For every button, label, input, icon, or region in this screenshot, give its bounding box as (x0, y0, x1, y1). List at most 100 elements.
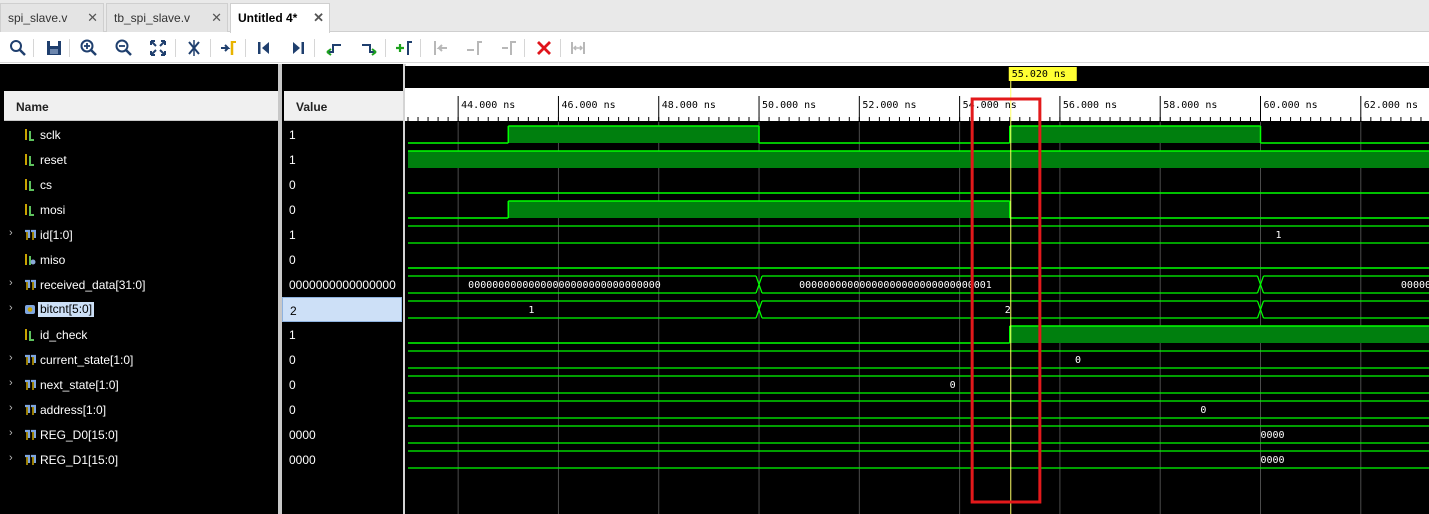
signal-row[interactable]: › address[1:0] (0, 397, 278, 422)
expand-chevron-icon[interactable]: › (9, 302, 13, 314)
cursor-time-label: 55.020 ns (1012, 69, 1066, 80)
ruler-tick-label: 46.000 ns (561, 100, 615, 111)
signal-value-cell[interactable]: 0 (282, 347, 402, 372)
bit-signal-icon (24, 153, 36, 166)
signal-value-cell[interactable]: 0 (282, 172, 402, 197)
signal-row[interactable]: › REG_D1[15:0] (0, 447, 278, 472)
waveform-canvas[interactable]: 44.000 ns 46.000 ns 48.000 ns 50.000 ns 52.0… (405, 66, 1429, 514)
delete-marker-icon[interactable] (534, 38, 554, 58)
signal-value-cell[interactable]: 1 (282, 222, 402, 247)
ruler-tick-label: 44.000 ns (461, 100, 515, 111)
signal-value-cell[interactable]: 0 (282, 197, 402, 222)
swap-cursors-icon[interactable] (568, 38, 588, 58)
go-to-cursor-icon[interactable] (218, 38, 238, 58)
signal-value-cell[interactable]: 1 (282, 322, 402, 347)
tab-untitled-4[interactable]: Untitled 4* ✕ (230, 3, 330, 33)
signal-name: current_state[1:0] (40, 353, 134, 367)
signal-row[interactable]: cs (0, 172, 278, 197)
expand-chevron-icon[interactable]: › (9, 452, 13, 464)
zoom-in-icon[interactable] (79, 38, 99, 58)
bus-signal-icon (24, 453, 37, 466)
bit-high-fill (408, 151, 1429, 168)
bus-signal-icon (24, 353, 37, 366)
expand-chevron-icon[interactable]: › (9, 277, 13, 289)
signal-value-cell[interactable]: 0 (282, 372, 402, 397)
zoom-fit-icon[interactable] (148, 38, 168, 58)
bit-high-fill (508, 126, 760, 143)
signal-row[interactable]: › bitcnt[5:0] (0, 297, 278, 322)
signal-value-cell[interactable]: 0000000000000000 (282, 272, 402, 297)
signal-value-cell[interactable]: 0000 (282, 447, 402, 472)
bus-value-label: 0 (1075, 355, 1081, 366)
bus-signal-icon (24, 378, 37, 391)
add-marker-icon[interactable] (394, 38, 414, 58)
toolbar-separator (524, 39, 525, 57)
signal-value-cell[interactable]: 0 (282, 247, 402, 272)
close-icon[interactable]: ✕ (313, 10, 324, 26)
bus-value-label: 1 (528, 305, 534, 316)
waveform-window: spi_slave.v ✕ tb_spi_slave.v ✕ Untitled … (0, 0, 1429, 514)
signal-row[interactable]: miso (0, 247, 278, 272)
toolbar-separator (33, 39, 34, 57)
signal-row[interactable]: › received_data[31:0] (0, 272, 278, 297)
signal-value: 0000 (289, 453, 316, 467)
bus-value-label: 00000000000000000000000000000000 (468, 280, 661, 291)
signal-row[interactable]: mosi (0, 197, 278, 222)
signal-value-cell[interactable]: 1 (282, 147, 402, 172)
bit-signal-icon (24, 328, 36, 341)
signal-row[interactable]: reset (0, 147, 278, 172)
toolbar-separator (69, 39, 70, 57)
bus-value-label: 00000 (1401, 280, 1429, 291)
signal-value-cell[interactable]: 1 (282, 122, 402, 147)
ruler-tick-label: 52.000 ns (862, 100, 916, 111)
toolbar-separator (175, 39, 176, 57)
expand-chevron-icon[interactable]: › (9, 377, 13, 389)
value-column-header[interactable]: Value (284, 91, 403, 121)
next-transition-icon[interactable] (359, 38, 379, 58)
cursor-icon[interactable] (184, 38, 204, 58)
previous-transition-icon[interactable] (324, 38, 344, 58)
signal-name: REG_D0[15:0] (40, 428, 119, 442)
signal-name: miso (40, 253, 66, 267)
bit-signal-icon (24, 203, 36, 216)
signal-name: received_data[31:0] (40, 278, 146, 292)
next-marker-icon[interactable] (464, 38, 484, 58)
bit-signal-icon (24, 253, 36, 266)
zoom-out-icon[interactable] (114, 38, 134, 58)
signal-value-cell[interactable]: 0 (282, 397, 402, 422)
bus-signal-icon (24, 278, 37, 291)
remove-marker-icon[interactable] (499, 38, 519, 58)
signal-row[interactable]: › REG_D0[15:0] (0, 422, 278, 447)
signal-value: 0 (289, 403, 296, 417)
signal-row[interactable]: sclk (0, 122, 278, 147)
close-icon[interactable]: ✕ (87, 10, 98, 26)
expand-chevron-icon[interactable]: › (9, 402, 13, 414)
previous-marker-icon[interactable] (430, 38, 450, 58)
tab-spi-slave[interactable]: spi_slave.v ✕ (0, 3, 104, 32)
signal-row[interactable]: id_check (0, 322, 278, 347)
expand-chevron-icon[interactable]: › (9, 352, 13, 364)
bit-signal-icon (24, 128, 36, 141)
bus-signal-icon (24, 428, 37, 441)
signal-value: 0 (289, 353, 296, 367)
signal-name: cs (40, 178, 52, 192)
signal-name: sclk (40, 128, 61, 142)
signal-value-cell[interactable]: 2 (282, 297, 402, 322)
save-icon[interactable] (44, 38, 64, 58)
signal-row[interactable]: › next_state[1:0] (0, 372, 278, 397)
toolbar-separator (210, 39, 211, 57)
go-to-end-icon[interactable] (288, 38, 308, 58)
signal-row[interactable]: › id[1:0] (0, 222, 278, 247)
signal-value-cell[interactable]: 0000 (282, 422, 402, 447)
bus-signal-icon (24, 303, 36, 316)
signal-value: 0 (289, 203, 296, 217)
tab-tb-spi-slave[interactable]: tb_spi_slave.v ✕ (106, 3, 228, 32)
expand-chevron-icon[interactable]: › (9, 227, 13, 239)
name-column-header[interactable]: Name (4, 91, 278, 121)
signal-row[interactable]: › current_state[1:0] (0, 347, 278, 372)
go-to-start-icon[interactable] (254, 38, 274, 58)
close-icon[interactable]: ✕ (211, 10, 222, 26)
search-icon[interactable] (8, 38, 28, 58)
waveform-toolbar (0, 33, 1429, 63)
expand-chevron-icon[interactable]: › (9, 427, 13, 439)
